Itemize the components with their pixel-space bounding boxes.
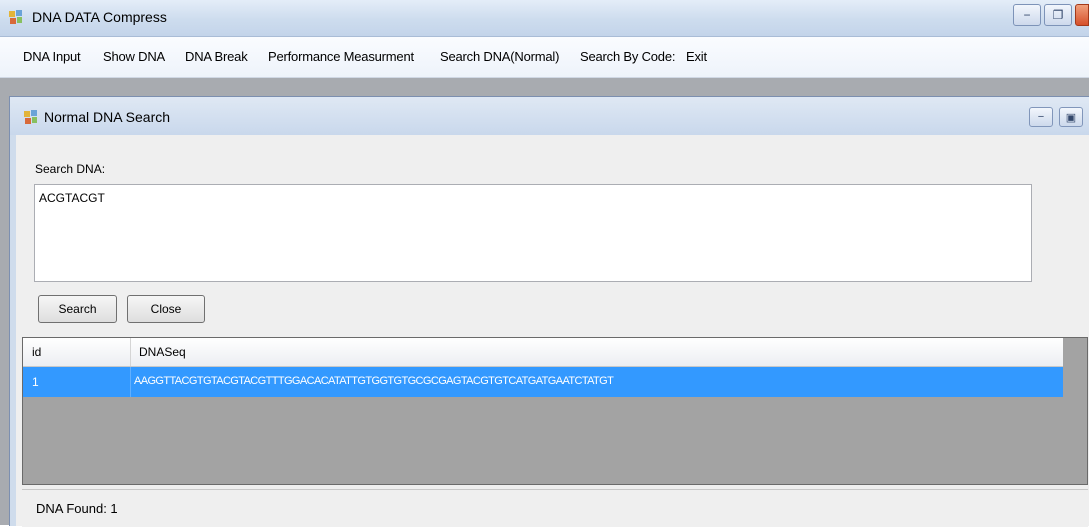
restore-button[interactable]: ❐ <box>1044 4 1072 26</box>
search-dna-input[interactable]: ACGTACGT <box>34 184 1032 282</box>
main-title-bar[interactable]: DNA DATA Compress − ❐ <box>0 0 1089 37</box>
search-button[interactable]: Search <box>38 295 117 323</box>
restore-icon: ▣ <box>1065 111 1077 124</box>
child-app-icon <box>24 110 37 124</box>
search-dna-label: Search DNA: <box>35 162 106 176</box>
results-grid[interactable]: id DNASeq 1 AAGGTTACGTGTACGTACGTTTGGACAC… <box>22 337 1088 485</box>
window-title: DNA DATA Compress <box>32 9 167 25</box>
status-bar: DNA Found: 1 <box>22 489 1088 527</box>
column-header-dnaseq[interactable]: DNASeq <box>139 345 186 359</box>
column-divider <box>130 338 131 366</box>
cell-id[interactable]: 1 <box>32 375 39 389</box>
menu-search-dna-normal[interactable]: Search DNA(Normal) <box>440 49 559 64</box>
table-row[interactable]: 1 AAGGTTACGTGTACGTACGTTTGGACACATATTGTGGT… <box>23 367 1063 397</box>
minimize-icon: − <box>1037 111 1045 123</box>
column-divider <box>130 367 131 397</box>
minimize-button[interactable]: − <box>1013 4 1041 26</box>
minimize-icon: − <box>1023 8 1031 22</box>
grid-header: id DNASeq <box>23 338 1063 367</box>
child-window-title: Normal DNA Search <box>44 109 171 125</box>
cell-dnaseq[interactable]: AAGGTTACGTGTACGTACGTTTGGACACATATTGTGGTGT… <box>134 375 614 387</box>
menu-exit[interactable]: Exit <box>686 49 707 64</box>
child-restore-button[interactable]: ▣ <box>1059 107 1083 127</box>
child-body: Search DNA: ACGTACGT Search Close id DNA… <box>16 135 1089 527</box>
child-title-bar[interactable]: Normal DNA Search − ▣ <box>10 97 1089 135</box>
close-button[interactable] <box>1075 4 1089 26</box>
menu-bar: DNA Input Show DNA DNA Break Performance… <box>0 37 1089 78</box>
menu-search-by-code[interactable]: Search By Code: <box>580 49 675 64</box>
app-icon <box>9 10 22 24</box>
child-minimize-button[interactable]: − <box>1029 107 1053 127</box>
menu-dna-break[interactable]: DNA Break <box>185 49 248 64</box>
menu-performance-measurment[interactable]: Performance Measurment <box>268 49 414 64</box>
close-form-button[interactable]: Close <box>127 295 205 323</box>
dna-found-status: DNA Found: 1 <box>36 501 118 516</box>
column-header-id[interactable]: id <box>32 345 41 359</box>
menu-dna-input[interactable]: DNA Input <box>23 49 81 64</box>
restore-icon: ❐ <box>1052 8 1064 22</box>
normal-dna-search-window: Normal DNA Search − ▣ Search DNA: ACGTAC… <box>9 96 1089 527</box>
menu-show-dna[interactable]: Show DNA <box>103 49 165 64</box>
